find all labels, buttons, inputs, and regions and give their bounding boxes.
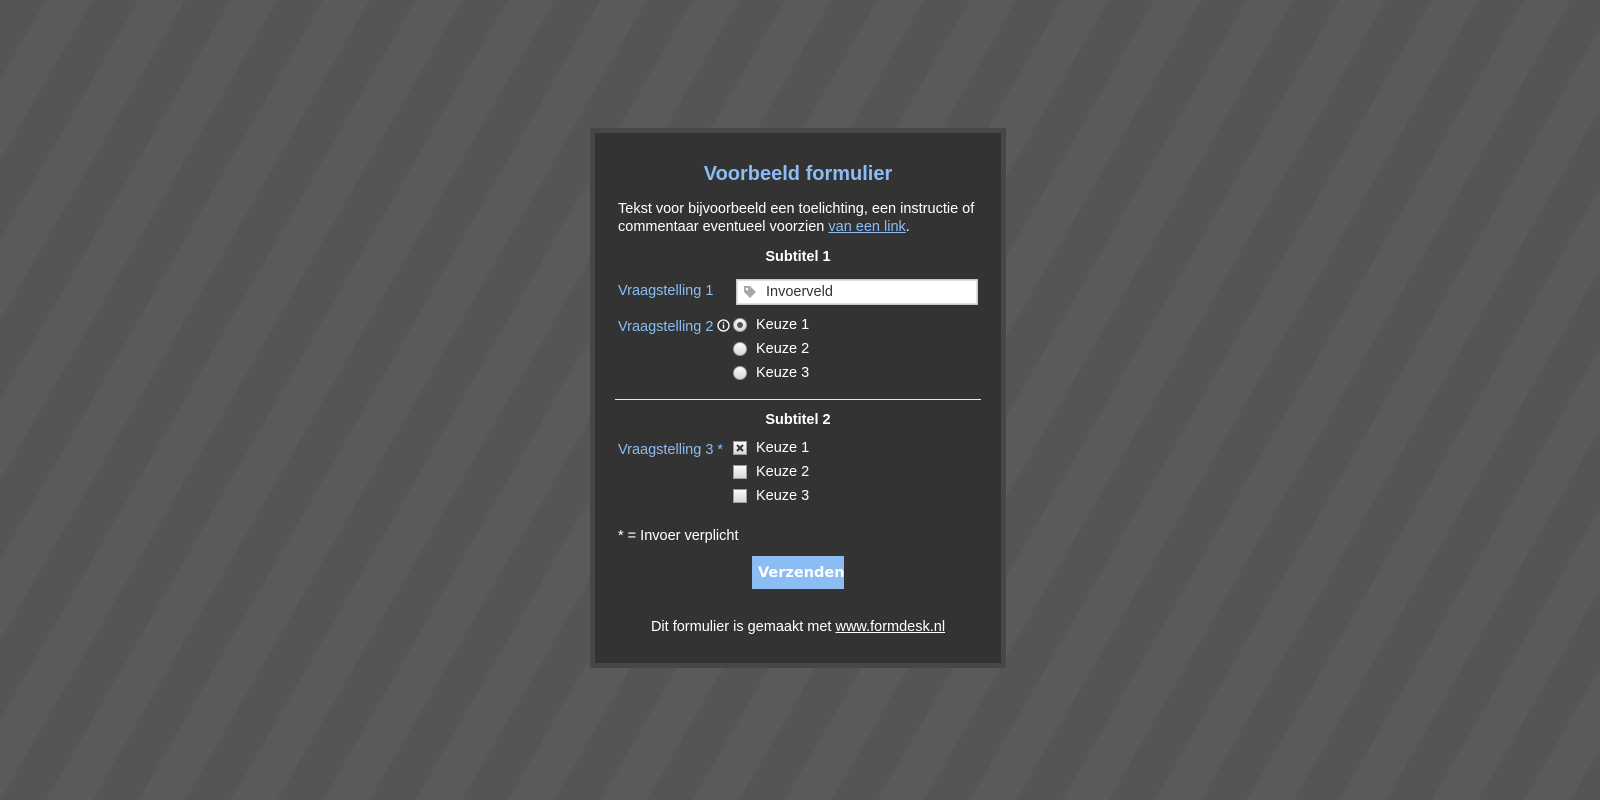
footer: Dit formulier is gemaakt met www.formdes… <box>595 619 1001 635</box>
form-title: Voorbeeld formulier <box>703 163 893 185</box>
option-label: Keuze 1 <box>756 440 810 456</box>
intro-text: Tekst voor bijvoorbeeld een toelichting,… <box>618 200 978 236</box>
info-icon[interactable] <box>717 319 730 332</box>
question-1-input[interactable] <box>766 284 966 300</box>
form-card: Voorbeeld formulier Tekst voor bijvoorbe… <box>595 133 1001 663</box>
radio-button[interactable] <box>733 366 747 380</box>
checkbox[interactable] <box>733 441 747 455</box>
option-label: Keuze 2 <box>756 341 810 357</box>
question-2-option-1[interactable]: Keuze 1 <box>733 315 809 335</box>
required-note: * = Invoer verplicht <box>618 528 739 544</box>
question-3-option-1[interactable]: Keuze 1 <box>733 438 809 458</box>
footer-link[interactable]: www.formdesk.nl <box>835 619 945 635</box>
intro-end: . <box>905 219 910 235</box>
question-3-option-3[interactable]: Keuze 3 <box>733 486 809 506</box>
subtitle-1: Subtitel 1 <box>765 249 831 265</box>
section-divider <box>615 399 981 400</box>
footer-text: Dit formulier is gemaakt met <box>650 619 836 635</box>
option-label: Keuze 3 <box>756 365 810 381</box>
intro-body: Tekst voor bijvoorbeeld een toelichting,… <box>618 201 975 235</box>
checkbox[interactable] <box>733 465 747 479</box>
option-label: Keuze 1 <box>756 317 810 333</box>
submit-button[interactable]: Verzenden <box>752 556 845 589</box>
checkbox[interactable] <box>733 489 747 503</box>
option-label: Keuze 2 <box>756 464 810 480</box>
question-2-option-3[interactable]: Keuze 3 <box>733 363 809 383</box>
question-1-field[interactable] <box>736 279 978 305</box>
check-x-icon <box>736 444 744 452</box>
tag-icon <box>744 286 756 298</box>
radio-button[interactable] <box>733 318 747 332</box>
question-3-label: Vraagstelling 3 * <box>618 442 724 458</box>
question-2-option-2[interactable]: Keuze 2 <box>733 339 809 359</box>
question-3-option-2[interactable]: Keuze 2 <box>733 462 809 482</box>
question-1-label: Vraagstelling 1 <box>618 283 714 299</box>
radio-button[interactable] <box>733 342 747 356</box>
question-2-label: Vraagstelling 2 <box>618 319 714 335</box>
intro-link[interactable]: van een link <box>828 219 905 235</box>
option-label: Keuze 3 <box>756 488 810 504</box>
form-frame: Voorbeeld formulier Tekst voor bijvoorbe… <box>590 128 1006 668</box>
subtitle-2: Subtitel 2 <box>765 412 831 428</box>
